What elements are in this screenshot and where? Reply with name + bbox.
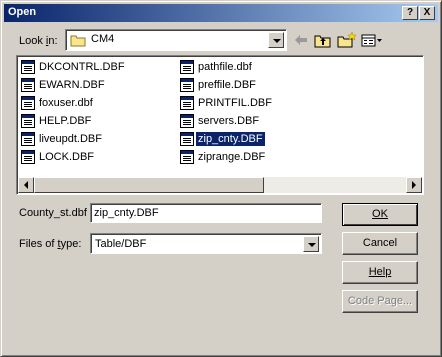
dbf-file-icon bbox=[21, 78, 35, 92]
file-name: preffile.DBF bbox=[198, 79, 256, 91]
title-bar: Open ? X bbox=[4, 4, 438, 22]
dbf-file-icon bbox=[180, 114, 194, 128]
file-name: pathfile.dbf bbox=[198, 61, 252, 73]
new-folder-icon[interactable] bbox=[337, 31, 357, 49]
dbf-file-icon bbox=[21, 96, 35, 110]
scroll-left-button[interactable] bbox=[18, 177, 34, 193]
file-name: PRINTFIL.DBF bbox=[198, 97, 272, 109]
dbf-file-icon bbox=[21, 60, 35, 74]
file-name: DKCONTRL.DBF bbox=[39, 61, 125, 73]
close-title-button[interactable]: X bbox=[419, 6, 435, 20]
dbf-file-icon bbox=[21, 132, 35, 146]
look-in-label: Look in: bbox=[19, 35, 58, 47]
filetype-combobox[interactable]: Table/DBF bbox=[90, 233, 322, 254]
cancel-button[interactable]: Cancel bbox=[342, 232, 418, 255]
filetype-value: Table/DBF bbox=[95, 238, 147, 250]
dbf-file-icon bbox=[180, 132, 194, 146]
look-in-value: CM4 bbox=[91, 33, 115, 45]
dbf-file-icon bbox=[180, 78, 194, 92]
ok-button[interactable]: OK bbox=[342, 203, 418, 226]
file-name: servers.DBF bbox=[198, 115, 260, 127]
file-name: HELP.DBF bbox=[39, 115, 92, 127]
view-menu-icon[interactable] bbox=[361, 31, 383, 49]
scroll-left-arrow-icon bbox=[24, 181, 28, 189]
dbf-file-icon bbox=[21, 114, 35, 128]
code-page-button[interactable]: Code Page... bbox=[342, 290, 418, 313]
look-in-dropdown-arrow[interactable] bbox=[268, 32, 284, 48]
file-name: EWARN.DBF bbox=[39, 79, 105, 91]
filename-label: County_st.dbf bbox=[19, 207, 87, 219]
file-list[interactable]: DKCONTRL.DBF EWARN.DBF foxuser.dbf HELP.DBF… bbox=[16, 55, 424, 195]
dbf-file-icon bbox=[180, 150, 194, 164]
help-button[interactable]: Help bbox=[342, 261, 418, 284]
file-name: foxuser.dbf bbox=[39, 97, 93, 109]
file-name: ziprange.DBF bbox=[198, 151, 266, 163]
look-in-combobox[interactable]: CM4 bbox=[65, 29, 287, 51]
filename-input[interactable]: zip_cnty.DBF bbox=[90, 203, 322, 223]
filetype-label: Files of type: bbox=[19, 238, 82, 250]
filetype-dropdown-arrow[interactable] bbox=[303, 236, 319, 252]
scroll-right-button[interactable] bbox=[406, 177, 422, 193]
up-one-level-icon[interactable] bbox=[314, 31, 332, 49]
file-name: liveupdt.DBF bbox=[39, 133, 102, 145]
back-arrow-icon[interactable] bbox=[293, 31, 309, 49]
folder-icon bbox=[70, 35, 86, 47]
code-page-button-label: Code Page... bbox=[347, 295, 413, 307]
dialog-title: Open bbox=[8, 6, 37, 18]
dbf-file-icon bbox=[21, 150, 35, 164]
dbf-file-icon bbox=[180, 60, 194, 74]
file-name: zip_cnty.DBF bbox=[195, 131, 266, 147]
scroll-right-arrow-icon bbox=[412, 181, 416, 189]
cancel-button-label: Cancel bbox=[362, 237, 398, 249]
help-title-button[interactable]: ? bbox=[402, 6, 418, 20]
filename-value: zip_cnty.DBF bbox=[94, 207, 159, 219]
horizontal-scrollbar[interactable] bbox=[18, 177, 422, 193]
dbf-file-icon bbox=[180, 96, 194, 110]
scroll-thumb[interactable] bbox=[34, 177, 264, 193]
open-dialog: Open ? X Look in: CM4 DKCONTRL.DBF EWARN.… bbox=[0, 0, 442, 357]
ok-button-label: OK bbox=[372, 208, 388, 220]
file-name: LOCK.DBF bbox=[39, 151, 95, 163]
help-button-label: Help bbox=[368, 266, 392, 278]
